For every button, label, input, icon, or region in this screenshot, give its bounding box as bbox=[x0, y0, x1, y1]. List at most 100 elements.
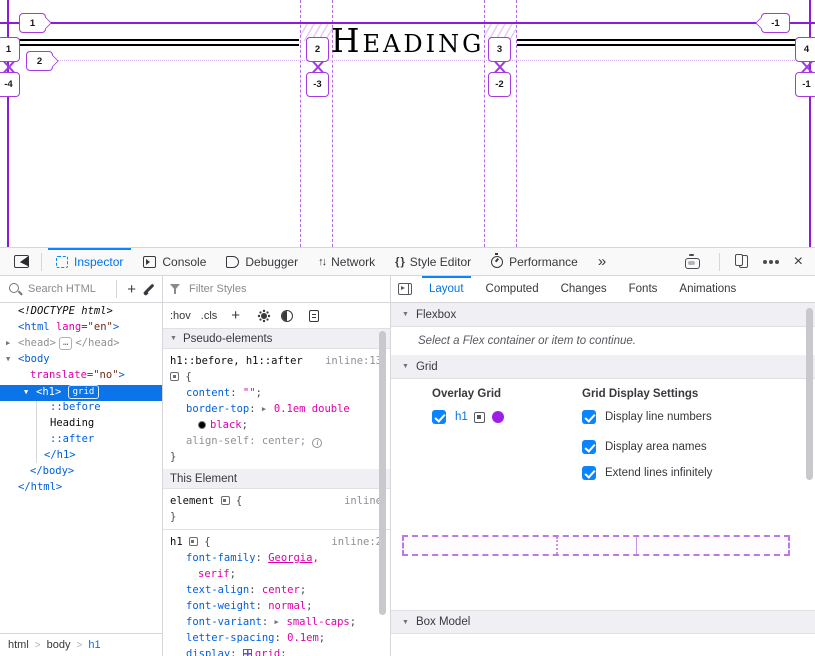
overlay-grid-h1-checkbox[interactable] bbox=[432, 410, 446, 424]
token-exp[interactable]: ▶ bbox=[262, 401, 274, 417]
tree-row-body[interactable]: ▼<body bbox=[0, 353, 162, 369]
layout-scrollbar[interactable] bbox=[806, 308, 813, 480]
overlay-grid-title: Overlay Grid bbox=[432, 388, 501, 400]
panel-divider[interactable] bbox=[390, 276, 391, 656]
rule-selector[interactable]: inline:2h1 { bbox=[170, 534, 382, 550]
declaration[interactable]: letter-spacing: 0.1em; bbox=[170, 630, 382, 646]
print-simulation-icon[interactable] bbox=[309, 310, 319, 322]
token-dots[interactable]: … bbox=[59, 337, 72, 350]
rules-scrollbar[interactable] bbox=[379, 331, 386, 615]
token-swatch[interactable] bbox=[198, 421, 206, 429]
pseudo-class-toggle[interactable]: :hov bbox=[170, 310, 191, 322]
eyedropper-icon[interactable] bbox=[142, 282, 156, 296]
breadcrumb-item-h1[interactable]: h1 bbox=[88, 639, 100, 651]
tree-row-body-close[interactable]: </body> bbox=[0, 465, 162, 481]
this-element-header[interactable]: This Element bbox=[162, 469, 390, 489]
token-exp[interactable]: ▼ bbox=[6, 355, 18, 363]
grid-line-badge: 2 bbox=[26, 51, 53, 71]
chevron-double-icon: » bbox=[598, 253, 606, 270]
declaration[interactable]: display: grid; bbox=[170, 646, 382, 656]
token-plain: : bbox=[275, 632, 288, 644]
token-val: 0.1em double bbox=[274, 403, 350, 415]
breadcrumb-item-body[interactable]: body bbox=[47, 639, 71, 651]
pick-element-button[interactable] bbox=[6, 248, 37, 275]
token-vallink[interactable]: Georgia bbox=[268, 552, 312, 564]
token-expw[interactable]: ▼ bbox=[24, 388, 36, 396]
tab-changes[interactable]: Changes bbox=[550, 276, 618, 302]
class-toggle[interactable]: .cls bbox=[201, 310, 218, 322]
pane-toggle-icon[interactable] bbox=[398, 283, 412, 295]
filter-styles-input[interactable]: Filter Styles bbox=[189, 283, 246, 295]
tree-row-before[interactable]: ::before bbox=[0, 401, 162, 417]
declaration[interactable]: text-align: center; bbox=[170, 582, 382, 598]
grid-color-swatch[interactable] bbox=[492, 411, 504, 423]
tab-console[interactable]: Console bbox=[133, 248, 216, 275]
meatball-menu-icon[interactable] bbox=[769, 260, 773, 264]
grid-line-badge: 1 bbox=[19, 13, 46, 33]
overlay-grid-item-h1[interactable]: h1 bbox=[455, 411, 468, 423]
declaration[interactable]: font-weight: normal; bbox=[170, 598, 382, 614]
display-line-numbers-checkbox[interactable] bbox=[582, 410, 596, 424]
tab-style-editor[interactable]: { }Style Editor bbox=[385, 248, 481, 275]
rule-open-brace[interactable]: { bbox=[170, 369, 382, 385]
markup-search-bar: Search HTML + bbox=[0, 276, 162, 302]
highlight-grid-icon[interactable] bbox=[474, 412, 485, 423]
declaration[interactable]: font-family: Georgia, bbox=[170, 550, 382, 566]
token-gridicon[interactable] bbox=[243, 649, 252, 656]
rule-selector[interactable]: inlineelement { bbox=[170, 493, 382, 509]
declaration[interactable]: font-variant: ▶small-caps; bbox=[170, 614, 382, 630]
tab-network[interactable]: ↑↓Network bbox=[308, 248, 385, 275]
tree-row-h1-close[interactable]: </h1> bbox=[0, 449, 162, 465]
tree-row-after[interactable]: ::after bbox=[0, 433, 162, 449]
light-scheme-icon[interactable] bbox=[261, 313, 267, 319]
tree-row-text[interactable]: Heading bbox=[0, 417, 162, 433]
more-tabs-button[interactable]: » bbox=[588, 248, 616, 275]
token-gridbadge[interactable]: grid bbox=[68, 385, 100, 399]
token-exp[interactable]: ▶ bbox=[6, 339, 18, 347]
display-area-names-checkbox[interactable] bbox=[582, 440, 596, 454]
panel-divider[interactable] bbox=[162, 276, 163, 656]
declaration[interactable]: black; bbox=[170, 417, 382, 433]
add-rule-button[interactable]: + bbox=[231, 308, 240, 323]
token-ruleicon[interactable] bbox=[170, 372, 179, 381]
token-plain: : bbox=[249, 584, 262, 596]
token-val: , bbox=[312, 552, 318, 564]
pseudo-elements-header[interactable]: ▼ Pseudo-elements bbox=[162, 329, 390, 349]
tab-animations[interactable]: Animations bbox=[668, 276, 747, 302]
extend-lines-infinitely-checkbox[interactable] bbox=[582, 466, 596, 480]
rule-source-link[interactable]: inline:13 bbox=[325, 353, 382, 369]
screenshot-icon[interactable] bbox=[685, 258, 700, 269]
rule-selector[interactable]: inline:13h1::before, h1::after bbox=[170, 353, 382, 369]
declaration-inactive[interactable]: align-self: center; i bbox=[170, 433, 382, 449]
tree-row-h1-selected[interactable]: ▼<h1> grid bbox=[0, 385, 162, 401]
tree-row-body-attr[interactable]: translate="no"> bbox=[0, 369, 162, 385]
tab-inspector[interactable]: Inspector bbox=[46, 248, 133, 275]
tab-debugger[interactable]: Debugger bbox=[216, 248, 308, 275]
tree-row-head[interactable]: ▶<head>…</head> bbox=[0, 337, 162, 353]
breadcrumb-item-html[interactable]: html bbox=[8, 639, 29, 651]
responsive-design-mode-icon[interactable] bbox=[739, 255, 748, 268]
tree-row-html[interactable]: <html lang="en"> bbox=[0, 321, 162, 337]
tab-performance[interactable]: Performance bbox=[481, 248, 588, 275]
token-exp[interactable]: ▶ bbox=[275, 614, 287, 630]
flexbox-accordion-header[interactable]: ▼ Flexbox bbox=[390, 303, 815, 327]
rule-source-link[interactable]: inline:2 bbox=[331, 534, 382, 550]
box-model-accordion-header[interactable]: ▼ Box Model bbox=[390, 610, 815, 634]
tree-row-html-close[interactable]: </html> bbox=[0, 481, 162, 497]
declaration[interactable]: content: ""; bbox=[170, 385, 382, 401]
grid-accordion-header[interactable]: ▼ Grid bbox=[390, 355, 815, 379]
tab-fonts[interactable]: Fonts bbox=[618, 276, 669, 302]
dark-scheme-icon[interactable] bbox=[281, 310, 293, 322]
rule-source-link[interactable]: inline bbox=[344, 493, 382, 509]
token-ruleicon[interactable] bbox=[221, 496, 230, 505]
close-icon[interactable]: × bbox=[794, 254, 803, 270]
declaration[interactable]: border-top: ▶0.1em double bbox=[170, 401, 382, 417]
tab-layout[interactable]: Layout bbox=[418, 276, 475, 302]
token-attr: translate bbox=[30, 369, 87, 381]
declaration[interactable]: serif; bbox=[170, 566, 382, 582]
tab-computed[interactable]: Computed bbox=[475, 276, 550, 302]
token-ruleicon[interactable] bbox=[189, 537, 198, 546]
tree-row-doctype[interactable]: <!DOCTYPE html> bbox=[0, 305, 162, 321]
search-html-input[interactable]: Search HTML bbox=[28, 283, 96, 295]
add-node-button[interactable]: + bbox=[127, 282, 136, 297]
